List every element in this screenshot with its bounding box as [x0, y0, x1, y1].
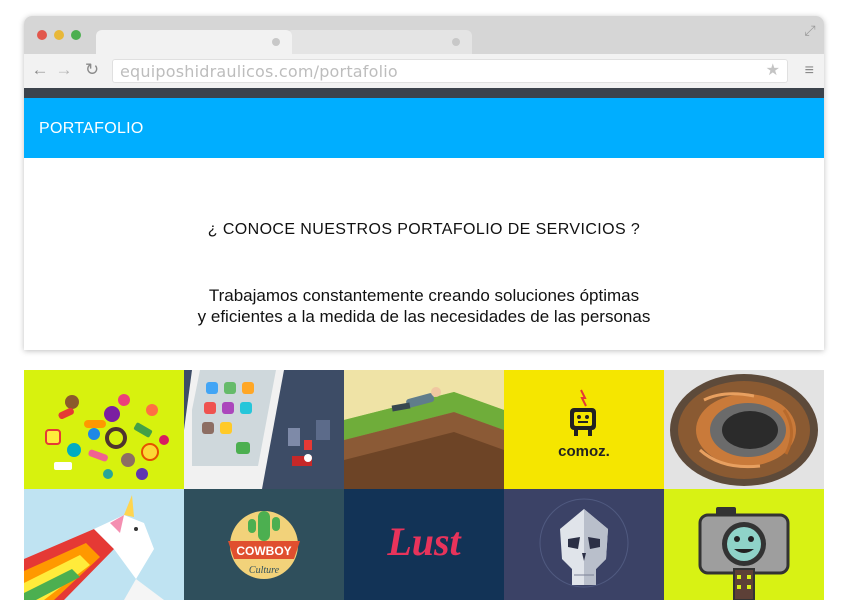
browser-window: ⤢ ← → ↻ equiposhidraulicos.com/portafoli… — [24, 16, 824, 350]
minimize-window-button[interactable] — [54, 30, 64, 40]
arrow-right-icon[interactable]: → — [54, 60, 74, 80]
comoz-logo-text: comoz. — [558, 443, 610, 460]
cowboy-logo-subtext: Culture — [249, 565, 280, 576]
portfolio-grid: comoz. COWBOY Culture Lust — [24, 370, 824, 600]
title-bar: ⤢ — [24, 16, 824, 54]
comoz-logo: comoz. — [558, 389, 610, 460]
portfolio-item-cowboy[interactable]: COWBOY Culture — [184, 489, 344, 600]
site-top-strip — [24, 88, 824, 98]
section-question: ¿ CONOCE NUESTROS PORTAFOLIO DE SERVICIO… — [207, 221, 641, 238]
description-line-2: y eficientes a la medida de las necesida… — [197, 307, 651, 326]
browser-tab-1[interactable] — [96, 30, 292, 54]
smartphone-illustration — [184, 370, 330, 489]
browser-tab-2[interactable] — [286, 30, 472, 54]
cowboy-logo-text: COWBOY — [236, 544, 291, 558]
lust-lettering-text: Lust — [386, 519, 462, 564]
tab-close-icon[interactable] — [452, 38, 460, 46]
portfolio-item-smartphone[interactable] — [184, 370, 344, 489]
site-header: PORTAFOLIO — [24, 98, 824, 158]
expand-icon[interactable]: ⤢ — [802, 22, 818, 38]
arrow-left-icon[interactable]: ← — [30, 60, 50, 80]
portfolio-item-comoz[interactable]: comoz. — [504, 370, 664, 489]
address-bar[interactable]: equiposhidraulicos.com/portafolio ★ — [112, 59, 788, 83]
portfolio-item-camera[interactable] — [664, 489, 824, 600]
section-description: Trabajamos constantemente creando soluci… — [24, 285, 824, 327]
lust-lettering: Lust — [386, 519, 462, 564]
portfolio-item-motor[interactable] — [664, 370, 824, 489]
portfolio-item-hill[interactable] — [344, 370, 504, 489]
portfolio-item-lust[interactable]: Lust — [344, 489, 504, 600]
page-title: PORTAFOLIO — [39, 120, 144, 137]
browser-toolbar: ← → ↻ equiposhidraulicos.com/portafolio … — [24, 54, 824, 88]
skull-illustration — [539, 498, 629, 588]
hill-relaxing-man-illustration — [344, 370, 504, 489]
camera-monster-illustration — [698, 507, 790, 600]
maximize-window-button[interactable] — [71, 30, 81, 40]
portfolio-item-skull[interactable] — [504, 489, 664, 600]
url-text: equiposhidraulicos.com/portafolio — [120, 62, 398, 81]
portfolio-item-unicorn[interactable] — [24, 489, 184, 600]
rainbow-unicorn-illustration — [24, 495, 164, 600]
intro-section: ¿ CONOCE NUESTROS PORTAFOLIO DE SERVICIO… — [24, 158, 824, 350]
description-line-1: Trabajamos constantemente creando soluci… — [208, 286, 640, 305]
copper-coil-motor-photo — [670, 374, 818, 486]
portfolio-item-candy[interactable] — [24, 370, 184, 489]
close-window-button[interactable] — [37, 30, 47, 40]
hamburger-menu-icon[interactable]: ≡ — [805, 61, 814, 81]
cowboy-culture-logo: COWBOY Culture — [228, 511, 300, 579]
reload-icon[interactable]: ↻ — [82, 60, 102, 80]
candy-illustration — [45, 394, 169, 480]
tab-close-icon[interactable] — [272, 38, 280, 46]
star-icon[interactable]: ★ — [766, 60, 780, 80]
